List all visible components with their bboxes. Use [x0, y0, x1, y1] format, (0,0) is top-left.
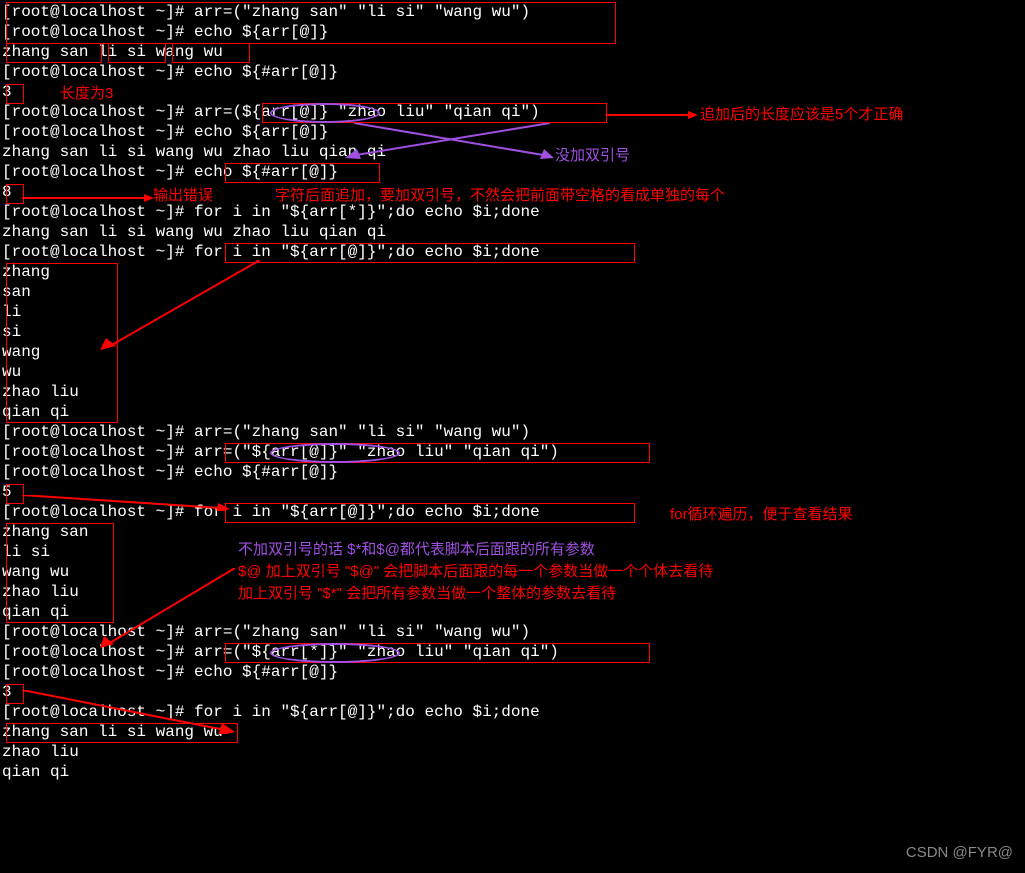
terminal-line: [root@localhost ~]# for i in "${arr[@]}"… — [2, 502, 1025, 522]
terminal-line: [root@localhost ~]# arr=("${arr[@]}" "zh… — [2, 442, 1025, 462]
terminal-line: [root@localhost ~]# echo ${arr[@]} — [2, 22, 1025, 42]
terminal-window[interactable]: [root@localhost ~]# arr=("zhang san" "li… — [0, 0, 1025, 873]
annotation-text: $@ 加上双引号 "$@" 会把脚本后面跟的每一个参数当做一个个体去看待 — [238, 562, 713, 582]
terminal-line: qian qi — [2, 762, 1025, 782]
terminal-line: [root@localhost ~]# arr=("zhang san" "li… — [2, 422, 1025, 442]
terminal-line: 3 — [2, 82, 1025, 102]
terminal-line: san — [2, 282, 1025, 302]
terminal-line: wu — [2, 362, 1025, 382]
terminal-line: [root@localhost ~]# arr=("${arr[*]}" "zh… — [2, 642, 1025, 662]
annotation-text: 长度为3 — [60, 84, 113, 104]
terminal-line: [root@localhost ~]# for i in "${arr[@]}"… — [2, 242, 1025, 262]
terminal-line: [root@localhost ~]# for i in "${arr[@]}"… — [2, 702, 1025, 722]
terminal-line: zhang — [2, 262, 1025, 282]
terminal-line: zhao liu — [2, 742, 1025, 762]
terminal-line: 5 — [2, 482, 1025, 502]
terminal-line: [root@localhost ~]# echo ${#arr[@]} — [2, 162, 1025, 182]
annotation-text: 没加双引号 — [555, 146, 630, 166]
terminal-line: li — [2, 302, 1025, 322]
terminal-line: wang — [2, 342, 1025, 362]
terminal-line: zhang san li si wang wu zhao liu qian qi — [2, 222, 1025, 242]
annotation-text: 不加双引号的话 $*和$@都代表脚本后面跟的所有参数 — [238, 540, 595, 560]
terminal-line: zhao liu — [2, 382, 1025, 402]
terminal-line: [root@localhost ~]# echo ${#arr[@]} — [2, 662, 1025, 682]
terminal-line: zhang san — [2, 522, 1025, 542]
annotation-text: 输出错误 — [153, 186, 213, 206]
terminal-line: [root@localhost ~]# echo ${#arr[@]} — [2, 462, 1025, 482]
terminal-line: [root@localhost ~]# arr=("zhang san" "li… — [2, 2, 1025, 22]
terminal-line: si — [2, 322, 1025, 342]
annotation-text: 加上双引号 "$*" 会把所有参数当做一个整体的参数去看待 — [238, 584, 616, 604]
annotation-text: 追加后的长度应该是5个才正确 — [700, 105, 903, 125]
terminal-line: 3 — [2, 682, 1025, 702]
annotation-text: for循环遍历，便于查看结果 — [670, 505, 853, 525]
terminal-line: qian qi — [2, 602, 1025, 622]
watermark: CSDN @FYR@ — [906, 843, 1013, 863]
terminal-line: zhang san li si wang wu — [2, 42, 1025, 62]
terminal-line: [root@localhost ~]# echo ${arr[@]} — [2, 122, 1025, 142]
terminal-line: zhang san li si wang wu — [2, 722, 1025, 742]
annotation-text: 字符后面追加，要加双引号，不然会把前面带空格的看成单独的每个 — [275, 186, 725, 206]
terminal-line: [root@localhost ~]# arr=("zhang san" "li… — [2, 622, 1025, 642]
terminal-line: qian qi — [2, 402, 1025, 422]
terminal-line: [root@localhost ~]# echo ${#arr[@]} — [2, 62, 1025, 82]
terminal-line: zhang san li si wang wu zhao liu qian qi — [2, 142, 1025, 162]
